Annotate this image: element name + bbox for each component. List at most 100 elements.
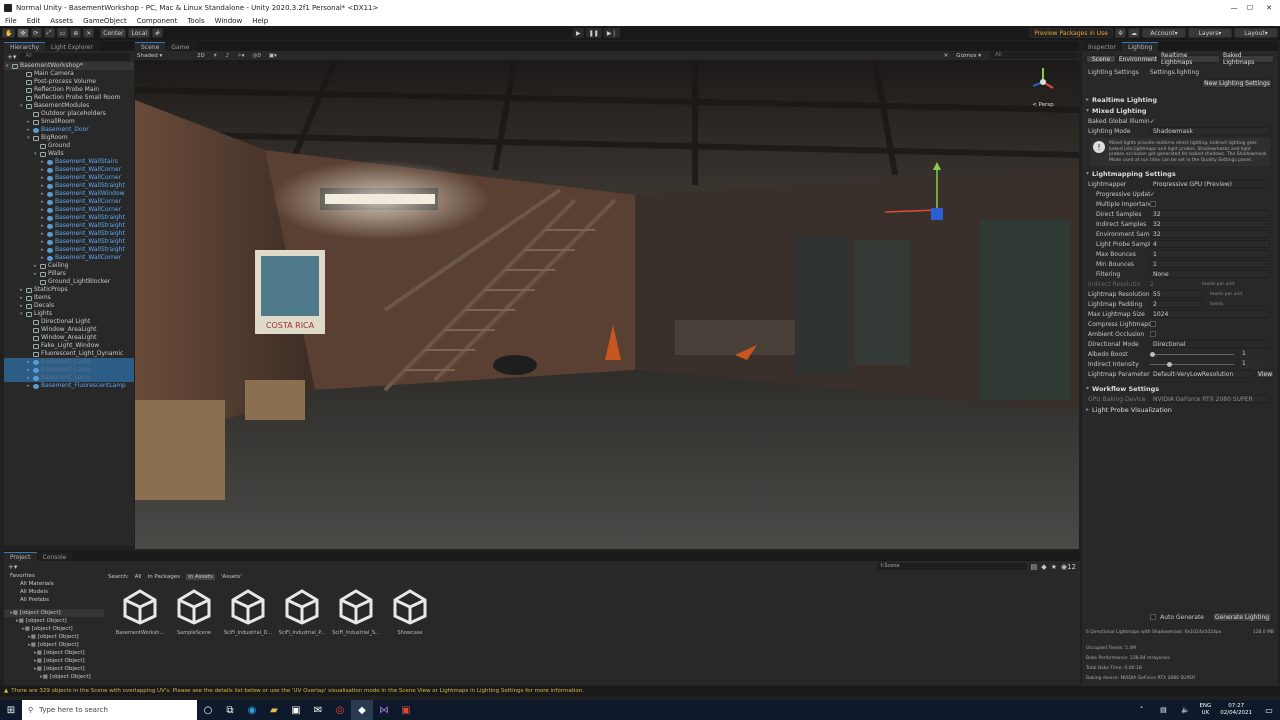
mixed-lighting-section[interactable]: Mixed Lighting <box>1082 105 1278 116</box>
rect-tool-icon[interactable]: ▭ <box>56 28 69 38</box>
hierarchy-search-input[interactable]: All <box>19 52 131 61</box>
hierarchy-item[interactable]: ▸ Basement_WallWindow <box>4 190 134 198</box>
setting-value[interactable]: 32 <box>1150 220 1270 228</box>
shading-mode-dropdown[interactable]: Shaded ▾ <box>137 53 189 59</box>
setting-checkbox[interactable] <box>1150 331 1156 337</box>
store-icon[interactable]: ▣ <box>285 700 307 720</box>
menu-component[interactable]: Component <box>132 17 183 25</box>
hierarchy-item[interactable]: ▸ Basement_WallStraight <box>4 230 134 238</box>
auto-generate-checkbox[interactable] <box>1150 614 1157 620</box>
hierarchy-item[interactable]: ▾ Lights <box>4 310 134 318</box>
lighting-mode-dropdown[interactable]: Shadowmask <box>1150 127 1270 135</box>
gpu-device-dropdown[interactable]: NVIDIA GeForce RTX 2080 SUPER <box>1150 395 1270 403</box>
pause-button[interactable]: ❚❚ <box>585 28 602 38</box>
task-view-icon[interactable]: ⧉ <box>219 700 241 720</box>
filter-label-icon[interactable]: ◆ <box>1041 563 1046 571</box>
menu-assets[interactable]: Assets <box>45 17 78 25</box>
folder-item[interactable]: ▸■ [object Object] <box>4 609 104 617</box>
hierarchy-item[interactable]: ▸ SmallRoom <box>4 118 134 126</box>
scene-asset[interactable]: SciFi_Industrial_P... <box>278 589 326 636</box>
folder-item[interactable]: ▸■ [object Object] <box>4 657 104 665</box>
hierarchy-item[interactable]: ▸ Basement_Lamp <box>4 374 134 382</box>
layers-dropdown[interactable]: Layers ▾ <box>1188 28 1232 38</box>
hierarchy-item[interactable]: Ground <box>4 142 134 150</box>
folder-item[interactable]: ▸■ [object Object] <box>4 649 104 657</box>
slider-thumb[interactable] <box>1150 351 1155 357</box>
setting-value[interactable]: 32 <box>1150 230 1270 238</box>
hierarchy-item[interactable]: ▸ Basement_WallCorner <box>4 254 134 262</box>
pivot-center-button[interactable]: Center <box>100 28 127 38</box>
layout-dropdown[interactable]: Layout ▾ <box>1234 28 1278 38</box>
tab-hierarchy[interactable]: Hierarchy <box>4 42 46 51</box>
folder-item[interactable]: ▸■ [object Object] <box>4 633 104 641</box>
setting-checkbox[interactable] <box>1150 321 1156 327</box>
scene-camera-icon[interactable]: ▣▾ <box>269 53 277 59</box>
hierarchy-item[interactable]: Outdoor placeholders <box>4 110 134 118</box>
network-icon[interactable]: ▤ <box>1152 700 1174 720</box>
tab-inspector[interactable]: Inspector <box>1082 42 1122 51</box>
lighting-settings-field[interactable]: Settings.lighting <box>1150 69 1278 76</box>
subtab-environment[interactable]: Environment <box>1118 55 1158 63</box>
favorite-item[interactable]: All Prefabs <box>4 596 104 604</box>
folder-item[interactable]: ▸■ [object Object] <box>4 617 104 625</box>
view-lightmap-parameters-button[interactable]: View <box>1256 370 1274 378</box>
lightmapping-settings-section[interactable]: Lightmapping Settings <box>1082 168 1278 179</box>
mode-2d-toggle[interactable]: 2D <box>197 53 205 59</box>
filter-all[interactable]: All <box>135 574 142 580</box>
generate-lighting-button[interactable]: Generate Lighting <box>1212 612 1272 622</box>
setting-slider[interactable] <box>1150 351 1234 357</box>
lighting-toggle-icon[interactable]: ☀ <box>213 53 218 59</box>
chrome-icon[interactable]: ◎ <box>329 700 351 720</box>
hierarchy-item[interactable]: ▸ Basement_WallCorner <box>4 206 134 214</box>
menu-tools[interactable]: Tools <box>182 17 209 25</box>
hierarchy-item[interactable]: Main Camera <box>4 70 134 78</box>
tab-console[interactable]: Console <box>36 552 73 561</box>
setting-value[interactable]: ✓ <box>1150 191 1278 198</box>
realtime-lighting-section[interactable]: Realtime Lighting <box>1082 94 1278 105</box>
hierarchy-item[interactable]: ▸ Basement_WallCorner <box>4 198 134 206</box>
notifications-icon[interactable]: ▭ <box>1258 700 1280 720</box>
favorite-icon[interactable]: ★ <box>1051 563 1057 571</box>
hierarchy-item[interactable]: ▾ Walls <box>4 150 134 158</box>
setting-value[interactable]: 1 <box>1240 350 1270 358</box>
setting-value[interactable]: 1 <box>1150 260 1270 268</box>
file-explorer-icon[interactable]: ▰ <box>263 700 285 720</box>
visual-studio-icon[interactable]: ⋈ <box>373 700 395 720</box>
hierarchy-item[interactable]: ▸ Decals <box>4 302 134 310</box>
baked-gi-checkbox[interactable]: ✓ <box>1150 118 1278 125</box>
setting-value[interactable]: 55 <box>1150 290 1202 298</box>
hierarchy-item[interactable]: ▸ Basement_WallCorner <box>4 166 134 174</box>
favorite-item[interactable]: All Models <box>4 588 104 596</box>
grid-snap-icon[interactable]: # <box>152 28 164 38</box>
setting-value[interactable]: 2 <box>1150 300 1202 308</box>
favorites-header[interactable]: Favorites <box>4 572 104 580</box>
tab-light-explorer[interactable]: Light Explorer <box>45 42 99 51</box>
filter-assets-folder[interactable]: 'Assets' <box>221 574 242 580</box>
filter-in-assets[interactable]: In Assets <box>186 573 215 580</box>
step-button[interactable]: ▶❘ <box>603 28 620 38</box>
new-lighting-settings-button[interactable]: New Lighting Settings <box>1202 79 1272 88</box>
clock[interactable]: 07:27 02/04/2021 <box>1220 703 1252 717</box>
setting-value[interactable]: 32 <box>1150 210 1270 218</box>
filter-type-icon[interactable]: ▤ <box>1031 563 1038 571</box>
app-icon[interactable]: ▣ <box>395 700 417 720</box>
setting-value[interactable]: Directional <box>1150 340 1270 348</box>
folder-item[interactable]: ▸■ [object Object] <box>4 625 104 633</box>
hierarchy-item[interactable]: ▾ BasementWorkshop* <box>4 62 134 70</box>
transform-tool-icon[interactable]: ⊕ <box>70 28 82 38</box>
menu-file[interactable]: File <box>0 17 22 25</box>
hierarchy-item[interactable]: Fluorescent_Light_Dynamic <box>4 350 134 358</box>
setting-value[interactable]: None <box>1150 270 1270 278</box>
hierarchy-item[interactable]: Ground_LightBlocker <box>4 278 134 286</box>
scene-asset[interactable]: Showcase <box>386 589 434 636</box>
menu-help[interactable]: Help <box>247 17 273 25</box>
pivot-local-button[interactable]: Local <box>128 28 151 38</box>
scene-viewport[interactable]: COSTA RICA < Persp <box>135 60 1079 549</box>
mail-icon[interactable]: ✉ <box>307 700 329 720</box>
scene-orientation-gizmo[interactable]: < Persp <box>1029 66 1057 108</box>
hierarchy-item[interactable]: Reflection Probe Small Room <box>4 94 134 102</box>
hierarchy-item[interactable]: ▸ Pillars <box>4 270 134 278</box>
scene-asset[interactable]: SampleScene <box>170 589 218 636</box>
scene-asset[interactable]: SciFi_Industrial_S... <box>332 589 380 636</box>
subtab-baked-lightmaps[interactable]: Baked Lightmaps <box>1222 52 1274 66</box>
